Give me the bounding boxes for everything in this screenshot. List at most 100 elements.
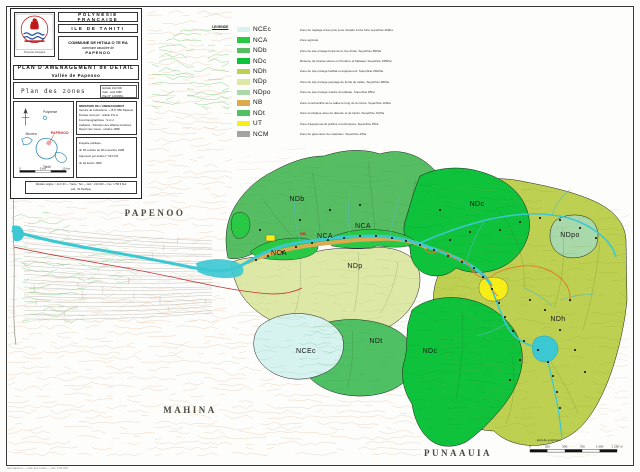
zone-ut-junction[interactable] <box>479 277 508 301</box>
legend-description: Réserve de chasse située en Punaruu et M… <box>300 59 392 63</box>
coat-of-arms: Polynésie française <box>14 12 55 57</box>
plan-title: PLAN D'AMENAGEMENT de DETAIL <box>18 65 135 73</box>
note-line: Approuvé par arrêté n° 164 CM <box>79 153 134 160</box>
zone-label-nca-2: NCA <box>355 223 371 230</box>
legend-item[interactable]: NCEc Zone de captage d'eau plus zone d'ét… <box>206 25 438 35</box>
notes-box-approval: Enquête publique : du 05 octobre au 06 n… <box>76 137 137 178</box>
legend-swatch <box>237 79 250 85</box>
scale-tick: 1 250 m <box>612 445 623 449</box>
note-line: du 05 octobre au 06 novembre 1998 <box>79 147 134 154</box>
legend-description: Zone de site protégé paysage de fonds de… <box>300 80 389 84</box>
legend-description: Zone de gisements de matériaux. Superfic… <box>300 132 366 136</box>
legend-item[interactable]: NCA Zone agricole <box>206 35 438 45</box>
sheet-title: Plan des zones <box>21 88 86 95</box>
place-label-punaauia: PUNAAUIA <box>424 448 492 458</box>
legend-code: NDp <box>253 78 283 85</box>
sheet-meta: Echelle 1/10 000 Date : août 1998 Plan N… <box>100 85 137 98</box>
legend-description: Zone agricole <box>300 38 318 42</box>
legend-description: Zone de site protégé boisé de la rive dr… <box>300 49 381 53</box>
coord-line-2: Lab : 34 Pacifique <box>71 188 91 193</box>
legend-swatch <box>237 27 250 33</box>
legend-description: Zone de site protégé marais du plateau. … <box>300 90 375 94</box>
commune-box: COMMUNE DE HITIAA O TE RA commune associ… <box>58 36 138 60</box>
commune-associee: PAPENOO <box>85 50 110 56</box>
zone-label-nca-3: NCA <box>271 250 287 257</box>
title-block: Polynésie française POLYNESIE FRANCAISE … <box>10 8 142 199</box>
svg-text:0: 0 <box>19 166 21 170</box>
legend-description: Zone de captage d'eau plus zone d'étude … <box>300 28 393 32</box>
legend-code: NDc <box>253 58 283 65</box>
zone-label-nca-1: NCA <box>317 233 333 240</box>
legend-swatch <box>237 131 250 137</box>
zoning-layer <box>226 150 627 446</box>
legend-code: NCM <box>253 131 283 138</box>
legend-code: NDpo <box>253 89 283 96</box>
legend-swatch <box>237 58 250 64</box>
scale-tick: 500 <box>562 445 567 449</box>
sheet-footer: pad papenoo — plan des zones — éch. 1/10… <box>7 466 68 470</box>
svg-text:5 km: 5 km <box>40 166 47 170</box>
legend-item[interactable]: NBZone constructible de la vallée le lon… <box>206 98 438 108</box>
tahiti-iti-outline <box>55 152 66 162</box>
zone-ut-small[interactable] <box>266 235 275 241</box>
scale-tick: 1 000 <box>596 445 604 449</box>
locator-papenoo-label: PAPENOO <box>51 131 69 135</box>
legend-item[interactable]: NDb Zone de site protégé boisé de la rive… <box>206 45 438 55</box>
sheet-number: Plan N° 1223/98.1 <box>103 95 135 99</box>
legend-rows: NCEc Zone de captage d'eau plus zone d'ét… <box>206 25 438 140</box>
zone-label-ndc-n: NDc <box>470 201 485 208</box>
locator-box: Polynésie Moorea PAPENOO Tahiti 0 5 km 1… <box>13 101 74 178</box>
legend-code: NDb <box>253 47 283 54</box>
polynesie-icon <box>43 116 47 120</box>
zone-label-ndb: NDb <box>289 196 304 203</box>
zone-label-ndc-s: NDc <box>423 348 438 355</box>
papenoo-area-marker <box>46 140 52 146</box>
legend-item[interactable]: NDhZone de site protégé habitat et équip… <box>206 66 438 76</box>
legend: LEGENDE NCEc Zone de captage d'eau plus z… <box>206 21 438 139</box>
legend-item[interactable]: NDc Réserve de chasse située en Punaruu e… <box>206 56 438 66</box>
note-line: Enquête publique : <box>79 140 134 147</box>
north-arrow-icon <box>22 108 30 125</box>
island-title: ILE DE TAHITI <box>58 24 138 33</box>
zone-label-ndpo: NDpo <box>560 232 580 239</box>
legend-swatch <box>237 121 250 127</box>
legend-swatch <box>237 90 250 96</box>
legend-header: LEGENDE <box>212 25 228 29</box>
locator-map: Polynésie Moorea PAPENOO Tahiti 0 5 km 1… <box>14 102 73 177</box>
zone-label-ndp: NDp <box>347 263 362 270</box>
legend-item[interactable]: NDtZone touristique aires de détente et … <box>206 108 438 118</box>
moorea-outline <box>22 137 33 145</box>
tahiti-nui-outline <box>36 138 57 159</box>
scale-tick: 750 <box>580 445 585 449</box>
locator-scalebar: 0 5 km 10 km <box>19 166 71 172</box>
zone-label-ncec: NCEc <box>296 348 316 355</box>
scale-title: Echelle graphique <box>537 438 561 442</box>
locator-polynesie-label: Polynésie <box>43 110 57 114</box>
legend-description: Zone d'équipements publics et techniques… <box>300 122 378 126</box>
sheet-box: Plan des zones Echelle 1/10 000 Date : a… <box>13 82 139 99</box>
note-line: du 04 février 1999 <box>79 160 134 167</box>
legend-item[interactable]: NDpo Zone de site protégé marais du plate… <box>206 87 438 97</box>
legend-item[interactable]: NCM Zone de gisements de matériaux. Super… <box>206 129 438 139</box>
svg-text:10 km: 10 km <box>62 166 70 170</box>
legend-item[interactable]: UT Zone d'équipements publics et techniqu… <box>206 118 438 128</box>
note-line: Report des zones : octobre 1998 <box>79 127 134 132</box>
place-label-papenoo: PAPENOO <box>125 208 186 218</box>
locator-moorea-label: Moorea <box>26 132 37 136</box>
legend-code: NCEc <box>253 26 283 33</box>
coordinates-note: Méridien origine : I.G.N. 63 — Trame : T… <box>25 181 137 194</box>
legend-code: NDt <box>253 110 283 117</box>
place-label-mahina: MAHINA <box>163 405 217 415</box>
region-title: POLYNESIE FRANCAISE <box>58 12 138 22</box>
emblem-caption: Polynésie française <box>24 51 46 54</box>
legend-swatch <box>237 48 250 54</box>
legend-code: UT <box>253 120 283 127</box>
legend-code: NCA <box>253 37 283 44</box>
lake <box>532 336 558 362</box>
legend-item[interactable]: NDp Zone de site protégé paysage de fonds… <box>206 77 438 87</box>
zone-label-ndh: NDh <box>550 316 565 323</box>
legend-code: NDh <box>253 68 283 75</box>
small-label-nb: NB <box>300 231 306 236</box>
notes-box-admin: MINISTERE DE L'AMENAGEMENT Service de l'… <box>76 101 137 135</box>
graphic-scale: Echelle graphique 0 250 500 750 1 000 1 … <box>529 438 623 452</box>
